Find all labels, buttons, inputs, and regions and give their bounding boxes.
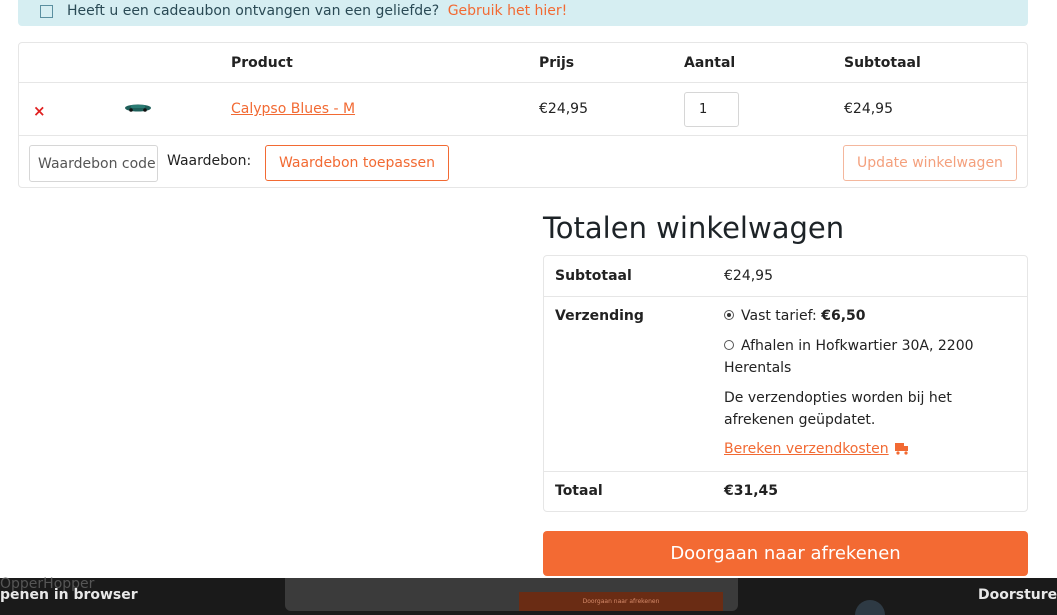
flat-rate-price: €6,50 — [821, 308, 866, 324]
total-value: €31,45 — [724, 483, 779, 499]
pickup-label: Afhalen in Hofkwartier 30A, 2200 Herenta… — [724, 338, 974, 376]
totals-total-row: Totaal €31,45 — [544, 472, 1027, 513]
subtotal-label: Subtotaal — [555, 268, 632, 284]
totals-subtotal-row: Subtotaal €24,95 — [544, 256, 1027, 297]
quantity-input[interactable] — [684, 92, 739, 127]
shipping-note: De verzendopties worden bij het afrekene… — [724, 390, 952, 428]
bottom-share-bar: OpperHopper penen in browser Doorgaan na… — [0, 576, 1057, 615]
coupon-code-input[interactable] — [29, 145, 158, 182]
total-label: Totaal — [555, 483, 603, 499]
calculate-shipping-link[interactable]: Bereken verzendkosten — [724, 441, 909, 457]
cart-actions-row: Waardebon: Waardebon toepassen Update wi… — [19, 136, 1027, 189]
shipping-label: Verzending — [555, 308, 644, 324]
apply-coupon-button[interactable]: Waardebon toepassen — [265, 145, 449, 181]
update-cart-button[interactable]: Update winkelwagen — [843, 145, 1017, 181]
cart-header-row: Product Prijs Aantal Subtotaal — [19, 43, 1027, 83]
header-price: Prijs — [539, 55, 575, 71]
flat-rate-label: Vast tarief: — [741, 308, 822, 324]
remove-item-icon[interactable]: × — [33, 102, 46, 120]
radio-selected-icon[interactable] — [724, 310, 734, 320]
product-price: €24,95 — [539, 101, 588, 117]
page-preview: Doorgaan naar afrekenen — [285, 578, 738, 611]
giftcard-notice-text: Heeft u een cadeaubon ontvangen van een … — [67, 3, 567, 19]
forward-button[interactable]: Doorsturen — [978, 587, 1057, 603]
cart-table: Product Prijs Aantal Subtotaal × Calypso… — [18, 42, 1028, 188]
product-subtotal: €24,95 — [844, 101, 893, 117]
product-thumbnail[interactable] — [124, 103, 152, 113]
giftcard-link[interactable]: Gebruik het hier! — [448, 3, 568, 19]
totals-shipping-row: Verzending Vast tarief: €6,50 Afhalen in… — [544, 297, 1027, 472]
cart-totals-title: Totalen winkelwagen — [543, 211, 845, 245]
proceed-to-checkout-button[interactable]: Doorgaan naar afrekenen — [543, 531, 1028, 576]
preview-checkout-button: Doorgaan naar afrekenen — [519, 592, 723, 611]
shipping-option-pickup[interactable]: Afhalen in Hofkwartier 30A, 2200 Herenta… — [724, 335, 1014, 379]
shipping-option-flat-rate[interactable]: Vast tarief: €6,50 — [724, 305, 1014, 327]
truck-icon — [894, 443, 908, 455]
header-product: Product — [231, 55, 293, 71]
open-in-browser-button[interactable]: penen in browser — [0, 587, 138, 603]
giftcard-checkbox[interactable] — [40, 4, 53, 18]
radio-unselected-icon[interactable] — [724, 340, 734, 350]
giftcard-notice: Heeft u een cadeaubon ontvangen van een … — [18, 0, 1028, 26]
header-quantity: Aantal — [684, 55, 736, 71]
calculate-shipping-label: Bereken verzendkosten — [724, 441, 889, 457]
avatar — [855, 600, 885, 615]
coupon-label: Waardebon: — [167, 153, 252, 169]
cart-totals-table: Subtotaal €24,95 Verzending Vast tarief:… — [543, 255, 1028, 512]
subtotal-value: €24,95 — [724, 268, 773, 284]
header-subtotal: Subtotaal — [844, 55, 921, 71]
product-name-link[interactable]: Calypso Blues - M — [231, 101, 355, 117]
giftcard-notice-label: Heeft u een cadeaubon ontvangen van een … — [67, 3, 440, 19]
table-row: × Calypso Blues - M €24,95 €24,95 — [19, 83, 1027, 136]
